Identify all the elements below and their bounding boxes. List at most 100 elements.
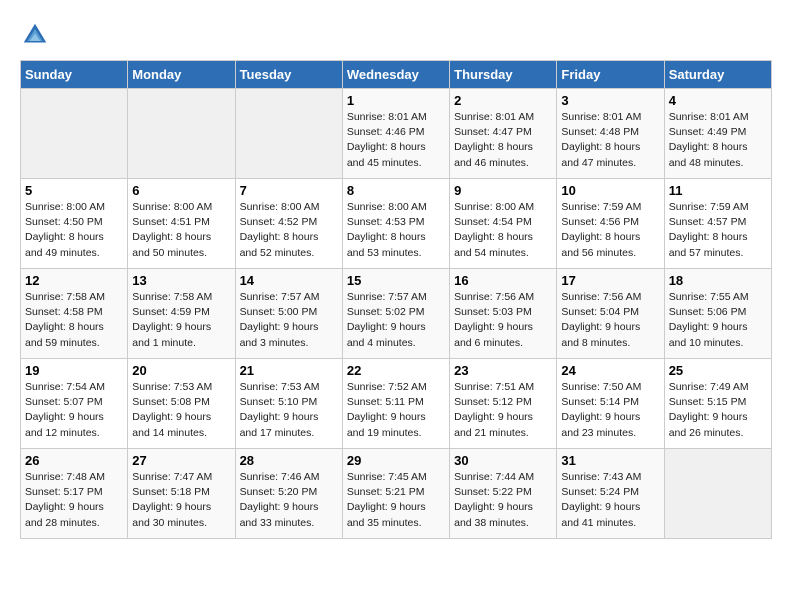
day-number: 18 xyxy=(669,273,767,288)
day-number: 1 xyxy=(347,93,445,108)
day-number: 31 xyxy=(561,453,659,468)
day-number: 10 xyxy=(561,183,659,198)
day-info: Sunrise: 8:01 AM Sunset: 4:48 PM Dayligh… xyxy=(561,110,659,171)
day-info: Sunrise: 7:51 AM Sunset: 5:12 PM Dayligh… xyxy=(454,380,552,441)
calendar-cell: 1 Sunrise: 8:01 AM Sunset: 4:46 PM Daylig… xyxy=(342,89,449,179)
calendar-cell: 5 Sunrise: 8:00 AM Sunset: 4:50 PM Daylig… xyxy=(21,179,128,269)
day-info: Sunrise: 8:00 AM Sunset: 4:51 PM Dayligh… xyxy=(132,200,230,261)
day-number: 12 xyxy=(25,273,123,288)
calendar-week-row: 5 Sunrise: 8:00 AM Sunset: 4:50 PM Daylig… xyxy=(21,179,772,269)
day-number: 9 xyxy=(454,183,552,198)
day-info: Sunrise: 8:00 AM Sunset: 4:52 PM Dayligh… xyxy=(240,200,338,261)
weekday-header: Thursday xyxy=(450,61,557,89)
day-number: 5 xyxy=(25,183,123,198)
day-number: 11 xyxy=(669,183,767,198)
day-info: Sunrise: 7:56 AM Sunset: 5:04 PM Dayligh… xyxy=(561,290,659,351)
calendar-cell: 25 Sunrise: 7:49 AM Sunset: 5:15 PM Dayli… xyxy=(664,359,771,449)
day-info: Sunrise: 7:49 AM Sunset: 5:15 PM Dayligh… xyxy=(669,380,767,441)
calendar-cell: 10 Sunrise: 7:59 AM Sunset: 4:56 PM Dayli… xyxy=(557,179,664,269)
calendar-cell: 21 Sunrise: 7:53 AM Sunset: 5:10 PM Dayli… xyxy=(235,359,342,449)
calendar-week-row: 12Sunrise: 7:58 AM Sunset: 4:58 PM Dayli… xyxy=(21,269,772,359)
day-info: Sunrise: 7:56 AM Sunset: 5:03 PM Dayligh… xyxy=(454,290,552,351)
weekday-header: Monday xyxy=(128,61,235,89)
day-number: 13 xyxy=(132,273,230,288)
calendar-cell: 3 Sunrise: 8:01 AM Sunset: 4:48 PM Daylig… xyxy=(557,89,664,179)
day-info: Sunrise: 8:01 AM Sunset: 4:47 PM Dayligh… xyxy=(454,110,552,171)
weekday-header: Friday xyxy=(557,61,664,89)
day-number: 22 xyxy=(347,363,445,378)
calendar-week-row: 26 Sunrise: 7:48 AM Sunset: 5:17 PM Dayli… xyxy=(21,449,772,539)
calendar-cell: 18 Sunrise: 7:55 AM Sunset: 5:06 PM Dayli… xyxy=(664,269,771,359)
calendar-cell xyxy=(21,89,128,179)
weekday-header-row: SundayMondayTuesdayWednesdayThursdayFrid… xyxy=(21,61,772,89)
day-number: 7 xyxy=(240,183,338,198)
day-info: Sunrise: 7:59 AM Sunset: 4:57 PM Dayligh… xyxy=(669,200,767,261)
day-number: 30 xyxy=(454,453,552,468)
calendar-cell: 9 Sunrise: 8:00 AM Sunset: 4:54 PM Daylig… xyxy=(450,179,557,269)
day-number: 25 xyxy=(669,363,767,378)
calendar-cell: 24Sunrise: 7:50 AM Sunset: 5:14 PM Dayli… xyxy=(557,359,664,449)
day-info: Sunrise: 7:57 AM Sunset: 5:00 PM Dayligh… xyxy=(240,290,338,351)
day-info: Sunrise: 8:01 AM Sunset: 4:46 PM Dayligh… xyxy=(347,110,445,171)
day-info: Sunrise: 7:48 AM Sunset: 5:17 PM Dayligh… xyxy=(25,470,123,531)
day-info: Sunrise: 8:00 AM Sunset: 4:54 PM Dayligh… xyxy=(454,200,552,261)
calendar-cell: 8Sunrise: 8:00 AM Sunset: 4:53 PM Daylig… xyxy=(342,179,449,269)
day-info: Sunrise: 7:59 AM Sunset: 4:56 PM Dayligh… xyxy=(561,200,659,261)
calendar-cell: 27 Sunrise: 7:47 AM Sunset: 5:18 PM Dayli… xyxy=(128,449,235,539)
calendar-cell xyxy=(128,89,235,179)
day-info: Sunrise: 8:00 AM Sunset: 4:53 PM Dayligh… xyxy=(347,200,445,261)
logo xyxy=(20,20,54,50)
day-number: 6 xyxy=(132,183,230,198)
calendar-cell: 16 Sunrise: 7:56 AM Sunset: 5:03 PM Dayli… xyxy=(450,269,557,359)
weekday-header: Sunday xyxy=(21,61,128,89)
day-number: 14 xyxy=(240,273,338,288)
day-info: Sunrise: 7:53 AM Sunset: 5:10 PM Dayligh… xyxy=(240,380,338,441)
calendar-cell: 13 Sunrise: 7:58 AM Sunset: 4:59 PM Dayli… xyxy=(128,269,235,359)
calendar-cell xyxy=(235,89,342,179)
day-number: 20 xyxy=(132,363,230,378)
calendar-cell: 7 Sunrise: 8:00 AM Sunset: 4:52 PM Daylig… xyxy=(235,179,342,269)
calendar-cell: 12Sunrise: 7:58 AM Sunset: 4:58 PM Dayli… xyxy=(21,269,128,359)
day-info: Sunrise: 7:57 AM Sunset: 5:02 PM Dayligh… xyxy=(347,290,445,351)
day-info: Sunrise: 7:45 AM Sunset: 5:21 PM Dayligh… xyxy=(347,470,445,531)
day-info: Sunrise: 7:55 AM Sunset: 5:06 PM Dayligh… xyxy=(669,290,767,351)
day-info: Sunrise: 7:43 AM Sunset: 5:24 PM Dayligh… xyxy=(561,470,659,531)
calendar-cell: 31 Sunrise: 7:43 AM Sunset: 5:24 PM Dayli… xyxy=(557,449,664,539)
calendar-cell: 6 Sunrise: 8:00 AM Sunset: 4:51 PM Daylig… xyxy=(128,179,235,269)
day-number: 17 xyxy=(561,273,659,288)
day-info: Sunrise: 7:58 AM Sunset: 4:59 PM Dayligh… xyxy=(132,290,230,351)
calendar-cell: 26 Sunrise: 7:48 AM Sunset: 5:17 PM Dayli… xyxy=(21,449,128,539)
calendar-week-row: 19 Sunrise: 7:54 AM Sunset: 5:07 PM Dayli… xyxy=(21,359,772,449)
day-number: 26 xyxy=(25,453,123,468)
day-info: Sunrise: 7:53 AM Sunset: 5:08 PM Dayligh… xyxy=(132,380,230,441)
day-number: 16 xyxy=(454,273,552,288)
day-number: 27 xyxy=(132,453,230,468)
day-number: 29 xyxy=(347,453,445,468)
calendar-cell: 23Sunrise: 7:51 AM Sunset: 5:12 PM Dayli… xyxy=(450,359,557,449)
day-number: 21 xyxy=(240,363,338,378)
calendar-cell: 30 Sunrise: 7:44 AM Sunset: 5:22 PM Dayli… xyxy=(450,449,557,539)
calendar-cell xyxy=(664,449,771,539)
day-info: Sunrise: 8:00 AM Sunset: 4:50 PM Dayligh… xyxy=(25,200,123,261)
day-number: 3 xyxy=(561,93,659,108)
day-number: 24 xyxy=(561,363,659,378)
day-number: 19 xyxy=(25,363,123,378)
calendar-cell: 4 Sunrise: 8:01 AM Sunset: 4:49 PM Daylig… xyxy=(664,89,771,179)
day-info: Sunrise: 7:54 AM Sunset: 5:07 PM Dayligh… xyxy=(25,380,123,441)
day-number: 4 xyxy=(669,93,767,108)
calendar-cell: 19 Sunrise: 7:54 AM Sunset: 5:07 PM Dayli… xyxy=(21,359,128,449)
day-info: Sunrise: 7:44 AM Sunset: 5:22 PM Dayligh… xyxy=(454,470,552,531)
calendar-cell: 11 Sunrise: 7:59 AM Sunset: 4:57 PM Dayli… xyxy=(664,179,771,269)
calendar-table: SundayMondayTuesdayWednesdayThursdayFrid… xyxy=(20,60,772,539)
calendar-cell: 14 Sunrise: 7:57 AM Sunset: 5:00 PM Dayli… xyxy=(235,269,342,359)
calendar-cell: 20 Sunrise: 7:53 AM Sunset: 5:08 PM Dayli… xyxy=(128,359,235,449)
day-info: Sunrise: 8:01 AM Sunset: 4:49 PM Dayligh… xyxy=(669,110,767,171)
header xyxy=(20,20,772,50)
day-number: 28 xyxy=(240,453,338,468)
calendar-cell: 15Sunrise: 7:57 AM Sunset: 5:02 PM Dayli… xyxy=(342,269,449,359)
weekday-header: Saturday xyxy=(664,61,771,89)
day-info: Sunrise: 7:47 AM Sunset: 5:18 PM Dayligh… xyxy=(132,470,230,531)
weekday-header: Tuesday xyxy=(235,61,342,89)
calendar-cell: 29 Sunrise: 7:45 AM Sunset: 5:21 PM Dayli… xyxy=(342,449,449,539)
logo-icon xyxy=(20,20,50,50)
